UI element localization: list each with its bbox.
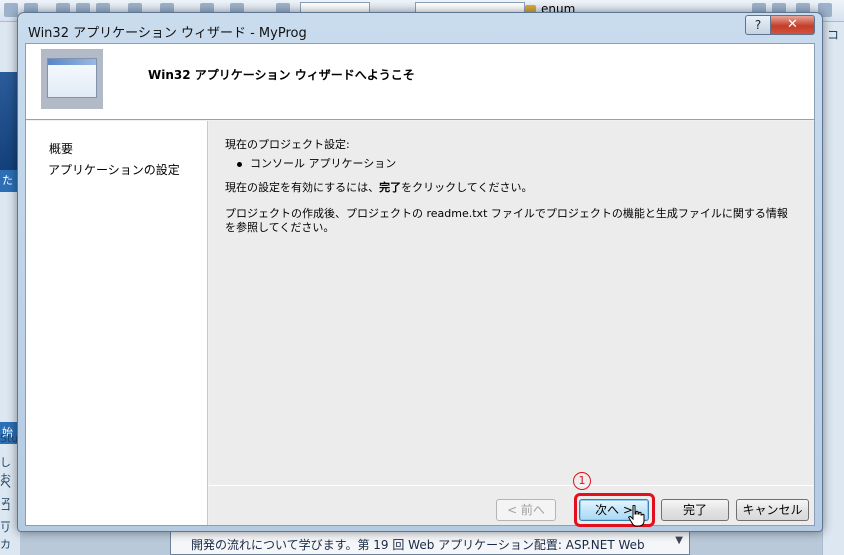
back-button[interactable]: < 前へ — [496, 499, 556, 521]
instruction-text: 現在の設定を有効にするには、完了をクリックしてください。 — [225, 181, 532, 195]
wizard-content: 現在のプロジェクト設定: コンソール アプリケーション 現在の設定を有効にするに… — [209, 121, 814, 527]
application-window-icon — [41, 49, 103, 109]
readme-text: プロジェクトの作成後、プロジェクトの readme.txt ファイルでプロジェク… — [225, 207, 788, 234]
scroll-arrow-icon[interactable]: ▼ — [675, 535, 683, 546]
wizard-dialog: Win32 アプリケーション ウィザード - MyProg ? ✕ Win32 … — [17, 12, 823, 532]
settings-item-text: コンソール アプリケーション — [250, 157, 397, 170]
instruction-prefix: 現在の設定を有効にするには、 — [225, 181, 380, 194]
background-right-panel: コ — [822, 22, 844, 555]
dialog-title: Win32 アプリケーション ウィザード - MyProg — [28, 26, 307, 41]
toolbar-icon[interactable] — [4, 3, 18, 17]
dialog-client-area: Win32 アプリケーション ウィザードへようこそ 概要 アプリケーションの設定… — [25, 43, 815, 527]
nav-item-overview[interactable]: 概要 — [49, 140, 73, 157]
instruction-bold: 完了 — [379, 181, 402, 194]
overview-pane: 現在のプロジェクト設定: コンソール アプリケーション 現在の設定を有効にするに… — [209, 121, 814, 476]
help-button[interactable]: ? — [745, 15, 771, 35]
annotation-number: 1 — [573, 472, 591, 490]
wizard-navigation: 概要 アプリケーションの設定 — [26, 121, 208, 525]
button-separator — [209, 485, 814, 486]
right-panel-tab[interactable]: コ — [827, 26, 839, 43]
start-page-text: Stu — [0, 432, 19, 445]
current-settings-label: 現在のプロジェクト設定: — [225, 138, 350, 151]
close-button[interactable]: ✕ — [770, 15, 815, 35]
wizard-heading: Win32 アプリケーション ウィザードへようこそ — [148, 68, 415, 82]
cancel-button[interactable]: キャンセル — [736, 499, 809, 521]
hand-cursor-icon — [628, 505, 645, 527]
wizard-header: Win32 アプリケーション ウィザードへようこそ — [26, 44, 814, 120]
news-item-text: 開発の流れについて学びます。第 19 回 Web アプリケーション配置: ASP… — [191, 538, 645, 552]
bullet-icon — [237, 161, 242, 167]
nav-item-application-settings[interactable]: アプリケーションの設定 — [48, 161, 180, 178]
finish-button[interactable]: 完了 — [661, 499, 729, 521]
settings-list-item: コンソール アプリケーション — [237, 155, 396, 171]
instruction-suffix: をクリックしてください。 — [401, 181, 533, 194]
